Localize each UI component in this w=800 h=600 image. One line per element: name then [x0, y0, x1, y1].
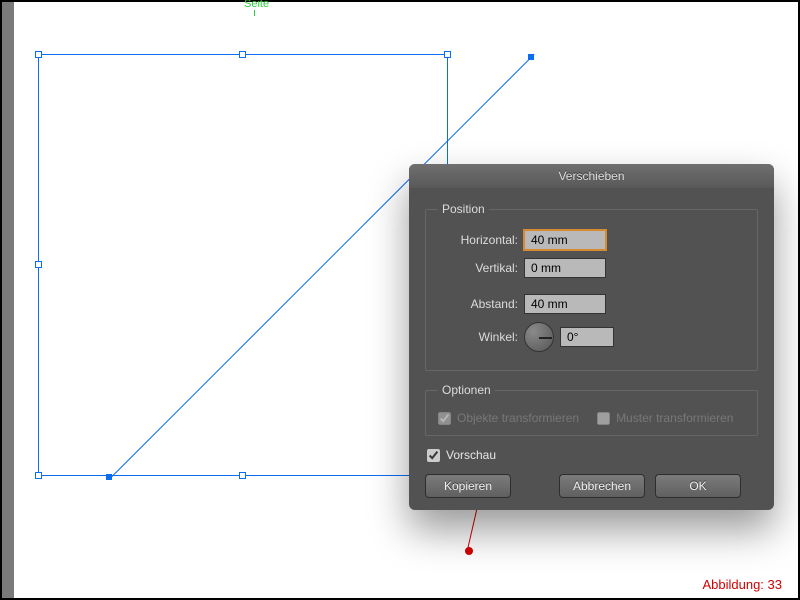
anchor-point-2[interactable]	[528, 54, 534, 60]
page-label: Seite	[244, 0, 269, 10]
muster-checkbox: Muster transformieren	[597, 411, 733, 425]
position-legend: Position	[438, 202, 489, 216]
optionen-legend: Optionen	[438, 383, 495, 397]
angle-dial-icon[interactable]	[524, 322, 554, 352]
objekte-checkbox: Objekte transformieren	[438, 411, 579, 425]
ruler-left	[2, 2, 14, 598]
handle-bottom-left[interactable]	[35, 472, 42, 479]
objekte-checkbox-input	[438, 412, 451, 425]
handle-top-left[interactable]	[35, 51, 42, 58]
move-dialog: Verschieben Position Horizontal: 40 mm V…	[409, 164, 774, 510]
ok-button[interactable]: OK	[655, 474, 741, 498]
anchor-point-1[interactable]	[106, 474, 112, 480]
objekte-checkbox-label: Objekte transformieren	[457, 411, 579, 425]
vorschau-checkbox-input[interactable]	[427, 449, 440, 462]
handle-top-right[interactable]	[444, 51, 451, 58]
abstand-field[interactable]: 40 mm	[524, 294, 606, 314]
optionen-group: Optionen Objekte transformieren Muster t…	[425, 383, 758, 436]
winkel-field[interactable]: 0°	[560, 327, 614, 347]
dialog-title[interactable]: Verschieben	[409, 164, 774, 188]
abstand-label: Abstand:	[438, 297, 524, 311]
page-tick	[254, 10, 255, 16]
horizontal-label: Horizontal:	[438, 233, 524, 247]
handle-mid-left[interactable]	[35, 261, 42, 268]
app-frame: Seite Verschieben Position Horizontal: 4…	[0, 0, 800, 600]
figure-caption: Abbildung: 33	[702, 577, 782, 592]
dialog-body: Position Horizontal: 40 mm Vertikal: 0 m…	[409, 188, 774, 510]
handle-bottom-mid[interactable]	[239, 472, 246, 479]
horizontal-field[interactable]: 40 mm	[524, 230, 606, 250]
vorschau-checkbox[interactable]: Vorschau	[427, 448, 756, 462]
kopieren-button[interactable]: Kopieren	[425, 474, 511, 498]
selection-bounding-box[interactable]	[38, 54, 448, 476]
position-group: Position Horizontal: 40 mm Vertikal: 0 m…	[425, 202, 758, 371]
vorschau-checkbox-label: Vorschau	[446, 448, 496, 462]
vertikal-label: Vertikal:	[438, 261, 524, 275]
abbrechen-button[interactable]: Abbrechen	[559, 474, 645, 498]
winkel-label: Winkel:	[438, 330, 524, 344]
vertikal-field[interactable]: 0 mm	[524, 258, 606, 278]
annotation-arrow-head	[465, 547, 473, 555]
muster-checkbox-input	[597, 412, 610, 425]
handle-top-mid[interactable]	[239, 51, 246, 58]
muster-checkbox-label: Muster transformieren	[616, 411, 733, 425]
